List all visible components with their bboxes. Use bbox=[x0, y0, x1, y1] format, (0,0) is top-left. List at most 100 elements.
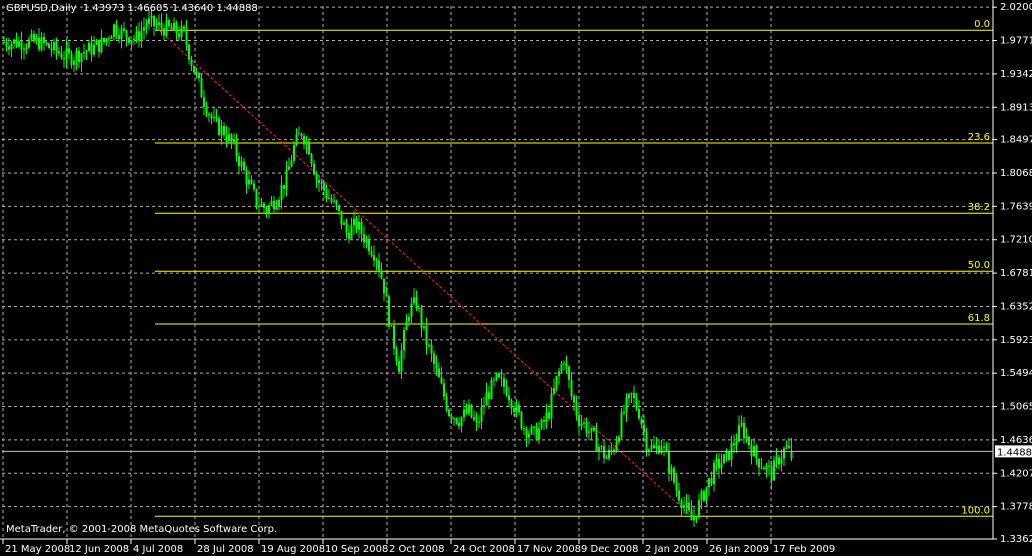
price-tick-label: 1.42070 bbox=[1000, 468, 1032, 479]
candle-body bbox=[720, 463, 723, 469]
candle-body bbox=[480, 407, 483, 422]
candle-body bbox=[255, 189, 258, 206]
candle-body bbox=[123, 28, 125, 31]
candle-body bbox=[453, 418, 455, 420]
candle-body bbox=[485, 392, 488, 406]
candle-body bbox=[448, 409, 450, 417]
candle-body bbox=[570, 379, 573, 396]
time-tick-label: 26 Jan 2009 bbox=[709, 544, 769, 555]
candle-body bbox=[145, 24, 148, 28]
candle-body bbox=[663, 446, 665, 448]
candle-body bbox=[58, 51, 60, 54]
candle-body bbox=[558, 371, 560, 377]
candle-body bbox=[710, 478, 713, 485]
candle-body bbox=[763, 467, 765, 470]
candle-body bbox=[373, 255, 375, 261]
candle-body bbox=[543, 419, 545, 422]
candle-body bbox=[700, 491, 703, 501]
fib-level-label: 50.0 bbox=[968, 260, 990, 271]
candle-body bbox=[488, 392, 490, 400]
candle-body bbox=[610, 449, 613, 451]
candle-body bbox=[713, 463, 715, 485]
candle-body bbox=[80, 53, 83, 63]
candle-body bbox=[95, 40, 98, 45]
candle-body bbox=[168, 20, 170, 27]
price-tick-label: 2.02000 bbox=[1000, 2, 1032, 13]
candle-body bbox=[138, 31, 140, 41]
candle-body bbox=[733, 443, 735, 446]
candle-body bbox=[380, 270, 383, 279]
candle-body bbox=[225, 135, 228, 142]
candle-body bbox=[343, 223, 345, 225]
time-tick-label: 21 May 2008 bbox=[5, 544, 70, 555]
candle-body bbox=[313, 163, 315, 175]
candle-body bbox=[33, 33, 35, 42]
candle-body bbox=[443, 383, 445, 397]
candle-body bbox=[230, 134, 233, 142]
price-tick-label: 1.80680 bbox=[1000, 168, 1032, 179]
candle-body bbox=[533, 426, 535, 428]
chart-overlay: 1.44888 bbox=[2, 445, 1032, 458]
candle-body bbox=[563, 363, 565, 365]
candle-body bbox=[395, 348, 398, 362]
candle-body bbox=[640, 418, 643, 425]
candle-body bbox=[470, 404, 473, 418]
candle-body bbox=[770, 465, 773, 481]
candle-body bbox=[718, 459, 720, 469]
candle-body bbox=[83, 52, 85, 54]
candle-body bbox=[35, 37, 38, 42]
candle-body bbox=[260, 203, 263, 207]
price-tick-label: 1.93420 bbox=[1000, 69, 1032, 80]
price-tick-label: 1.54940 bbox=[1000, 368, 1032, 379]
time-tick-label: 17 Feb 2009 bbox=[773, 544, 835, 555]
candle-body bbox=[673, 468, 675, 483]
candlestick-series bbox=[3, 9, 793, 527]
price-chart[interactable]: 0.0 23.6 38.2 50.0 61.8 100.0 2.02000 1.97710 1… bbox=[0, 0, 1032, 556]
candle-body bbox=[615, 442, 618, 452]
chart-grid bbox=[2, 6, 993, 540]
candle-body bbox=[555, 376, 558, 388]
candle-body bbox=[103, 37, 105, 43]
candle-body bbox=[23, 48, 25, 50]
candle-body bbox=[233, 139, 235, 142]
candle-body bbox=[783, 448, 785, 459]
candle-body bbox=[125, 30, 128, 38]
candle-body bbox=[735, 441, 738, 446]
candle-body bbox=[370, 251, 373, 256]
candle-body bbox=[723, 454, 725, 464]
candle-body bbox=[435, 363, 438, 369]
candle-body bbox=[463, 409, 465, 418]
candle-body bbox=[540, 419, 543, 429]
time-tick-label: 9 Dec 2008 bbox=[581, 544, 639, 555]
candle-body bbox=[315, 174, 318, 180]
candle-body bbox=[695, 515, 698, 518]
candle-body bbox=[655, 445, 658, 449]
candle-body bbox=[310, 154, 313, 164]
candle-body bbox=[525, 428, 528, 438]
candle-body bbox=[585, 422, 588, 433]
candle-body bbox=[30, 33, 33, 40]
candle-body bbox=[28, 39, 30, 48]
price-tick-label: 1.72100 bbox=[1000, 235, 1032, 246]
candle-body bbox=[528, 433, 530, 438]
candle-body bbox=[110, 36, 113, 40]
time-tick-label: 2 Oct 2008 bbox=[389, 544, 444, 555]
candle-body bbox=[780, 458, 783, 465]
candle-body bbox=[265, 208, 268, 213]
candle-body bbox=[243, 161, 245, 171]
candle-body bbox=[393, 325, 395, 349]
candle-body bbox=[248, 179, 250, 185]
candle-body bbox=[635, 398, 638, 409]
candle-body bbox=[340, 210, 343, 225]
candle-body bbox=[490, 379, 493, 400]
candle-body bbox=[595, 430, 598, 452]
candle-body bbox=[388, 296, 390, 327]
candle-body bbox=[503, 378, 505, 387]
candle-body bbox=[418, 308, 420, 310]
candle-body bbox=[273, 200, 275, 210]
candle-body bbox=[685, 502, 688, 506]
candle-body bbox=[140, 30, 143, 41]
candle-body bbox=[305, 141, 308, 145]
candle-body bbox=[468, 404, 470, 414]
time-tick-label: 12 Jun 2008 bbox=[69, 544, 129, 555]
